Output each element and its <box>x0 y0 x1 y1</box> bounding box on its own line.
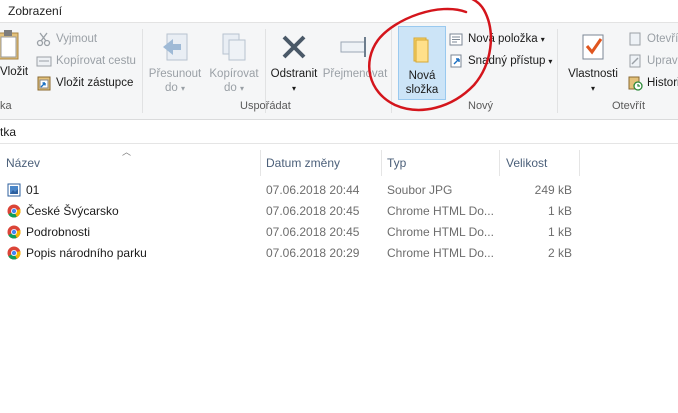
file-size: 249 kB <box>534 183 572 197</box>
file-name: Popis národního parku <box>26 246 147 260</box>
history-icon <box>627 75 643 91</box>
file-name: České Švýcarsko <box>26 204 119 218</box>
tab-view[interactable]: Zobrazení <box>8 4 62 18</box>
file-size: 2 kB <box>547 246 572 260</box>
delete-x-icon <box>278 31 310 63</box>
copy-path-icon <box>36 53 52 69</box>
copy-to-icon <box>218 31 250 63</box>
file-size: 1 kB <box>547 204 572 218</box>
group-label-open: Otevřít <box>612 100 646 112</box>
rename-button[interactable]: Přejmenovat <box>322 31 388 81</box>
paste-button[interactable]: Vložit <box>0 29 28 79</box>
file-date: 07.06.2018 20:44 <box>266 183 360 197</box>
column-header-date[interactable]: Datum změny <box>266 156 340 182</box>
new-folder-button[interactable]: Nová složka <box>398 26 446 100</box>
file-row[interactable]: Podrobnosti 07.06.2018 20:45 Chrome HTML… <box>0 222 580 243</box>
rename-icon <box>339 31 371 63</box>
easy-access-button[interactable]: Snadný přístup ▾ <box>448 52 552 70</box>
chrome-icon <box>7 225 21 239</box>
new-item-icon <box>448 31 464 47</box>
move-to-icon <box>159 31 191 63</box>
group-separator <box>391 29 392 113</box>
group-label-organize: Uspořádat <box>240 100 291 112</box>
file-date: 07.06.2018 20:29 <box>266 246 360 260</box>
clipboard-icon <box>0 29 20 61</box>
chevron-down-icon: ▾ <box>590 84 595 93</box>
file-type: Chrome HTML Do... <box>387 204 494 218</box>
copy-to-button[interactable]: Kopírovat do ▾ <box>205 31 263 96</box>
group-separator <box>142 29 143 113</box>
column-divider[interactable] <box>260 150 261 176</box>
column-divider[interactable] <box>499 150 500 176</box>
column-divider[interactable] <box>579 150 580 176</box>
column-header-size[interactable]: Velikost <box>506 156 547 182</box>
file-type: Soubor JPG <box>387 183 453 197</box>
column-divider[interactable] <box>381 150 382 176</box>
edit-button[interactable]: Upravit <box>627 52 678 70</box>
properties-icon <box>577 31 609 63</box>
file-date: 07.06.2018 20:45 <box>266 225 360 239</box>
edit-icon <box>627 53 643 69</box>
address-path: tka <box>0 125 17 139</box>
address-bar[interactable]: tka <box>0 121 678 144</box>
chevron-down-icon: ▾ <box>548 56 553 66</box>
chevron-down-icon: ▾ <box>540 34 545 44</box>
history-button[interactable]: Historie <box>627 74 678 92</box>
ribbon: Vložit Vyjmout Kopírovat cestu Vložit zá… <box>0 22 678 120</box>
chevron-down-icon: ▾ <box>239 84 244 93</box>
open-icon <box>627 31 643 47</box>
open-button[interactable]: Otevřít <box>627 30 678 48</box>
file-row[interactable]: 01 07.06.2018 20:44 Soubor JPG 249 kB <box>0 180 580 201</box>
move-to-button[interactable]: Přesunout do ▾ <box>146 31 204 96</box>
group-separator <box>557 29 558 113</box>
file-size: 1 kB <box>547 225 572 239</box>
new-item-button[interactable]: Nová položka ▾ <box>448 30 545 48</box>
copy-path-button[interactable]: Kopírovat cestu <box>36 52 136 70</box>
properties-button[interactable]: Vlastnosti ▾ <box>562 31 624 96</box>
easy-access-icon <box>448 53 464 69</box>
column-header-type[interactable]: Typ <box>387 156 406 182</box>
paste-shortcut-icon <box>36 75 52 91</box>
delete-button[interactable]: Odstranit ▾ <box>266 31 322 96</box>
file-name: 01 <box>26 183 40 197</box>
sort-ascending-icon: ︿ <box>122 147 132 157</box>
file-date: 07.06.2018 20:45 <box>266 204 360 218</box>
column-header-name[interactable]: Název <box>6 156 40 182</box>
chevron-down-icon: ▾ <box>180 84 185 93</box>
file-type: Chrome HTML Do... <box>387 225 494 239</box>
image-file-icon <box>7 183 21 197</box>
cut-button[interactable]: Vyjmout <box>36 30 97 48</box>
file-name: Podrobnosti <box>26 225 91 239</box>
chevron-down-icon: ▾ <box>291 84 296 93</box>
group-label-new: Nový <box>468 100 494 112</box>
chrome-icon <box>7 204 21 218</box>
file-row[interactable]: České Švýcarsko 07.06.2018 20:45 Chrome … <box>0 201 580 222</box>
chrome-icon <box>7 246 21 260</box>
group-label-clipboard: ka <box>0 100 12 112</box>
file-type: Chrome HTML Do... <box>387 246 494 260</box>
scissors-icon <box>36 31 52 47</box>
paste-shortcut-button[interactable]: Vložit zástupce <box>36 74 133 92</box>
ribbon-tab-strip: Zobrazení <box>0 0 678 22</box>
file-row[interactable]: Popis národního parku 07.06.2018 20:29 C… <box>0 243 580 264</box>
folder-icon <box>406 33 438 65</box>
